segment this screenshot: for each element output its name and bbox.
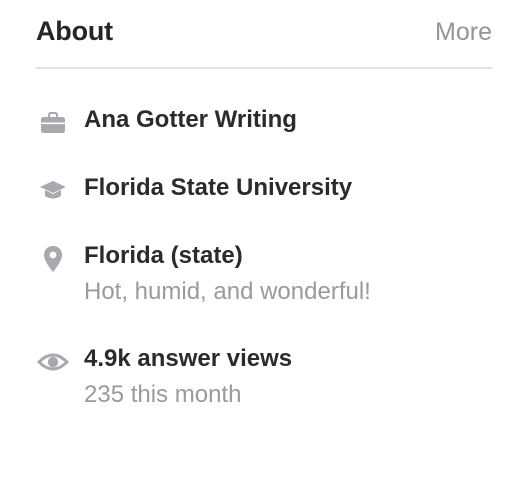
credential-employment-text: Ana Gotter Writing [84, 106, 297, 133]
more-link[interactable]: More [435, 18, 492, 47]
credential-views-monthly: 235 this month [84, 381, 242, 408]
credential-location[interactable]: Florida (state) Hot, humid, and wonderfu… [36, 240, 492, 310]
location-pin-icon [36, 244, 70, 274]
credential-views[interactable]: 4.9k answer views 235 this month [36, 343, 492, 413]
about-header: About More [36, 14, 492, 54]
section-title: About [36, 16, 113, 46]
eye-icon [36, 347, 70, 377]
briefcase-icon [36, 108, 70, 138]
credential-education-text: Florida State University [84, 174, 353, 201]
about-panel: About More Ana Gotter Writing Florida St… [36, 0, 492, 480]
graduation-cap-icon [36, 175, 70, 205]
divider [36, 67, 492, 69]
credential-education[interactable]: Florida State University [36, 172, 492, 208]
credential-employment[interactable]: Ana Gotter Writing [36, 104, 492, 140]
credential-location-description: Hot, humid, and wonderful! [84, 278, 371, 305]
credential-location-text: Florida (state) [84, 242, 243, 269]
credential-views-text: 4.9k answer views [84, 345, 293, 372]
